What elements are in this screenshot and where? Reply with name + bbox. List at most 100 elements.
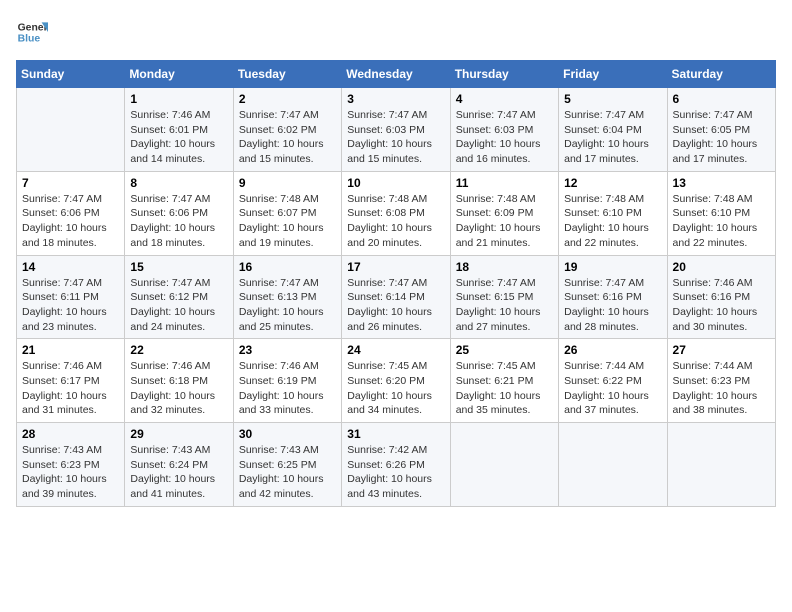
calendar-cell: 8Sunrise: 7:47 AMSunset: 6:06 PMDaylight… [125,171,233,255]
calendar-cell: 19 Sunrise: 7:47 AMSunset: 6:16 PMDayligh… [559,255,667,339]
day-number: 24 [347,343,444,357]
day-number: 6 [673,92,770,106]
day-number: 30 [239,427,336,441]
day-number: 7 [22,176,119,190]
calendar-cell: 3 Sunrise: 7:47 AMSunset: 6:03 PMDaylight… [342,88,450,172]
day-number: 29 [130,427,227,441]
calendar-cell: 22 Sunrise: 7:46 AMSunset: 6:18 PMDayligh… [125,339,233,423]
calendar-cell: 26Sunrise: 7:44 AMSunset: 6:22 PMDayligh… [559,339,667,423]
calendar-cell [559,423,667,507]
day-info: Sunrise: 7:47 AMSunset: 6:12 PMDaylight:… [130,276,227,335]
day-number: 13 [673,176,770,190]
day-info: Sunrise: 7:48 AMSunset: 6:08 PMDaylight:… [347,192,444,251]
day-number: 19 [564,260,661,274]
week-row-3: 14 Sunrise: 7:47 AMSunset: 6:11 PMDayligh… [17,255,776,339]
calendar-cell: 20 Sunrise: 7:46 AMSunset: 6:16 PMDayligh… [667,255,775,339]
day-info: Sunrise: 7:44 AMSunset: 6:23 PMDaylight:… [673,359,770,418]
day-number: 12 [564,176,661,190]
day-number: 16 [239,260,336,274]
calendar-cell: 27Sunrise: 7:44 AMSunset: 6:23 PMDayligh… [667,339,775,423]
calendar-cell [450,423,558,507]
day-number: 31 [347,427,444,441]
calendar-cell: 21 Sunrise: 7:46 AMSunset: 6:17 PMDayligh… [17,339,125,423]
day-number: 22 [130,343,227,357]
day-info: Sunrise: 7:45 AMSunset: 6:20 PMDaylight:… [347,359,444,418]
day-info: Sunrise: 7:44 AMSunset: 6:22 PMDaylight:… [564,359,661,418]
day-info: Sunrise: 7:46 AMSunset: 6:16 PMDaylight:… [673,276,770,335]
calendar-cell: 23 Sunrise: 7:46 AMSunset: 6:19 PMDayligh… [233,339,341,423]
day-info: Sunrise: 7:48 AMSunset: 6:10 PMDaylight:… [564,192,661,251]
day-info: Sunrise: 7:48 AMSunset: 6:10 PMDaylight:… [673,192,770,251]
day-number: 14 [22,260,119,274]
day-info: Sunrise: 7:47 AMSunset: 6:04 PMDaylight:… [564,108,661,167]
calendar-cell: 6 Sunrise: 7:47 AMSunset: 6:05 PMDaylight… [667,88,775,172]
day-info: Sunrise: 7:48 AMSunset: 6:07 PMDaylight:… [239,192,336,251]
day-info: Sunrise: 7:46 AMSunset: 6:19 PMDaylight:… [239,359,336,418]
logo-icon: General Blue [16,16,48,48]
day-number: 23 [239,343,336,357]
calendar-cell: 4Sunrise: 7:47 AMSunset: 6:03 PMDaylight… [450,88,558,172]
day-number: 1 [130,92,227,106]
calendar-cell: 7 Sunrise: 7:47 AMSunset: 6:06 PMDaylight… [17,171,125,255]
week-row-2: 7 Sunrise: 7:47 AMSunset: 6:06 PMDaylight… [17,171,776,255]
calendar-cell: 11 Sunrise: 7:48 AMSunset: 6:09 PMDayligh… [450,171,558,255]
day-info: Sunrise: 7:43 AMSunset: 6:24 PMDaylight:… [130,443,227,502]
day-info: Sunrise: 7:47 AMSunset: 6:16 PMDaylight:… [564,276,661,335]
calendar-cell: 9 Sunrise: 7:48 AMSunset: 6:07 PMDaylight… [233,171,341,255]
calendar-cell: 5 Sunrise: 7:47 AMSunset: 6:04 PMDaylight… [559,88,667,172]
day-info: Sunrise: 7:47 AMSunset: 6:13 PMDaylight:… [239,276,336,335]
day-number: 8 [130,176,227,190]
calendar-cell: 17Sunrise: 7:47 AMSunset: 6:14 PMDayligh… [342,255,450,339]
calendar-cell: 12 Sunrise: 7:48 AMSunset: 6:10 PMDayligh… [559,171,667,255]
day-info: Sunrise: 7:45 AMSunset: 6:21 PMDaylight:… [456,359,553,418]
day-number: 11 [456,176,553,190]
day-info: Sunrise: 7:46 AMSunset: 6:18 PMDaylight:… [130,359,227,418]
day-number: 4 [456,92,553,106]
day-header-thursday: Thursday [450,61,558,88]
day-number: 18 [456,260,553,274]
calendar-cell: 14 Sunrise: 7:47 AMSunset: 6:11 PMDayligh… [17,255,125,339]
day-info: Sunrise: 7:47 AMSunset: 6:14 PMDaylight:… [347,276,444,335]
calendar-cell: 1 Sunrise: 7:46 AMSunset: 6:01 PMDaylight… [125,88,233,172]
calendar-cell: 2 Sunrise: 7:47 AMSunset: 6:02 PMDaylight… [233,88,341,172]
calendar-table: SundayMondayTuesdayWednesdayThursdayFrid… [16,60,776,507]
calendar-cell: 30 Sunrise: 7:43 AMSunset: 6:25 PMDayligh… [233,423,341,507]
calendar-cell: 10Sunrise: 7:48 AMSunset: 6:08 PMDayligh… [342,171,450,255]
day-info: Sunrise: 7:46 AMSunset: 6:01 PMDaylight:… [130,108,227,167]
day-number: 21 [22,343,119,357]
header-row: SundayMondayTuesdayWednesdayThursdayFrid… [17,61,776,88]
calendar-cell: 29 Sunrise: 7:43 AMSunset: 6:24 PMDayligh… [125,423,233,507]
calendar-cell: 15Sunrise: 7:47 AMSunset: 6:12 PMDayligh… [125,255,233,339]
day-info: Sunrise: 7:47 AMSunset: 6:03 PMDaylight:… [347,108,444,167]
day-info: Sunrise: 7:47 AMSunset: 6:11 PMDaylight:… [22,276,119,335]
calendar-cell: 16 Sunrise: 7:47 AMSunset: 6:13 PMDayligh… [233,255,341,339]
day-info: Sunrise: 7:48 AMSunset: 6:09 PMDaylight:… [456,192,553,251]
day-number: 9 [239,176,336,190]
calendar-cell: 18Sunrise: 7:47 AMSunset: 6:15 PMDayligh… [450,255,558,339]
calendar-cell: 28Sunrise: 7:43 AMSunset: 6:23 PMDayligh… [17,423,125,507]
day-number: 2 [239,92,336,106]
day-header-monday: Monday [125,61,233,88]
day-info: Sunrise: 7:47 AMSunset: 6:05 PMDaylight:… [673,108,770,167]
calendar-cell: 24 Sunrise: 7:45 AMSunset: 6:20 PMDayligh… [342,339,450,423]
day-number: 3 [347,92,444,106]
day-info: Sunrise: 7:43 AMSunset: 6:25 PMDaylight:… [239,443,336,502]
day-number: 5 [564,92,661,106]
day-info: Sunrise: 7:47 AMSunset: 6:06 PMDaylight:… [22,192,119,251]
week-row-1: 1 Sunrise: 7:46 AMSunset: 6:01 PMDaylight… [17,88,776,172]
calendar-cell [17,88,125,172]
day-info: Sunrise: 7:46 AMSunset: 6:17 PMDaylight:… [22,359,119,418]
day-header-wednesday: Wednesday [342,61,450,88]
day-header-friday: Friday [559,61,667,88]
calendar-cell [667,423,775,507]
day-number: 20 [673,260,770,274]
day-header-sunday: Sunday [17,61,125,88]
logo: General Blue [16,16,48,48]
calendar-cell: 31Sunrise: 7:42 AMSunset: 6:26 PMDayligh… [342,423,450,507]
page-header: General Blue [16,16,776,48]
calendar-cell: 13 Sunrise: 7:48 AMSunset: 6:10 PMDayligh… [667,171,775,255]
day-number: 28 [22,427,119,441]
day-info: Sunrise: 7:47 AMSunset: 6:02 PMDaylight:… [239,108,336,167]
svg-text:Blue: Blue [18,34,41,45]
day-number: 25 [456,343,553,357]
